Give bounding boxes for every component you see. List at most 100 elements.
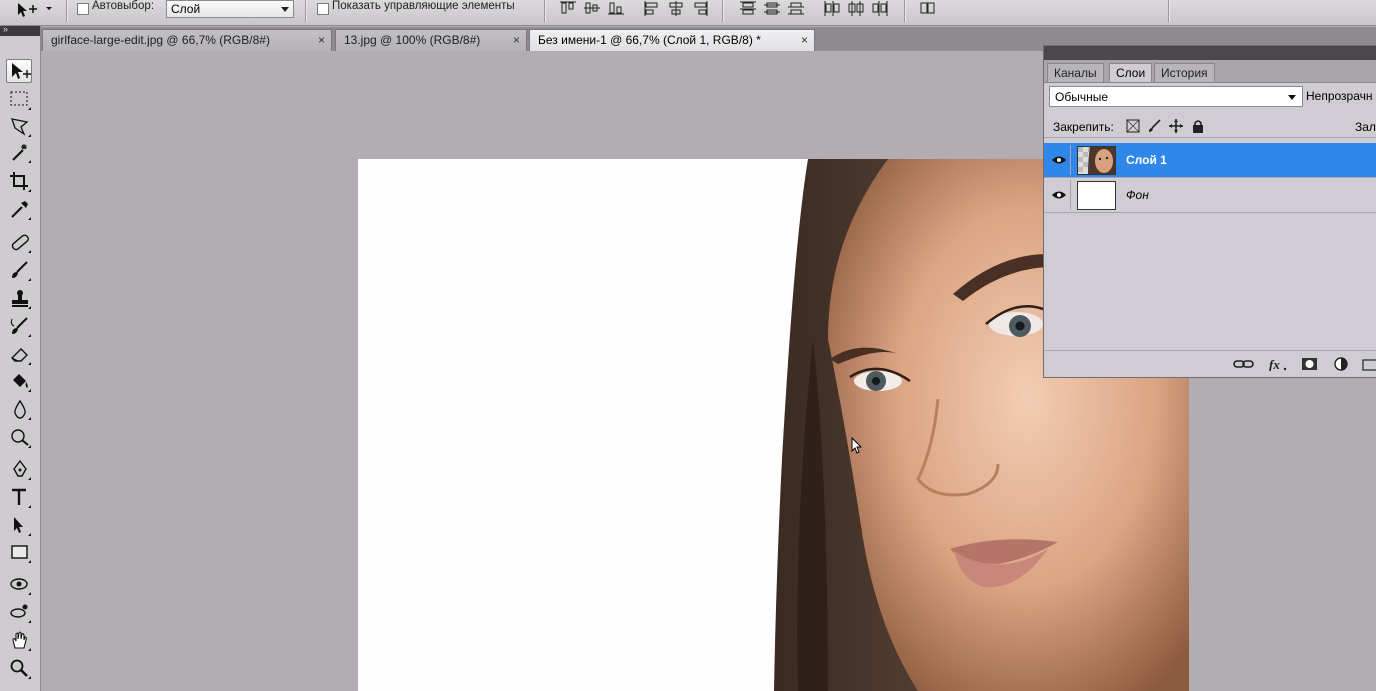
show-controls-label: Показать управляющие элементы <box>332 0 515 12</box>
dodge-tool[interactable] <box>6 425 32 449</box>
magic-wand-tool[interactable] <box>6 140 32 164</box>
align-vcenter-icon[interactable] <box>582 0 602 16</box>
stamp-icon <box>12 290 28 307</box>
healing-brush-tool[interactable] <box>6 230 32 254</box>
fill-label: Зали <box>1355 120 1376 134</box>
align-hcenter-icon[interactable] <box>666 0 686 16</box>
eyedropper-icon <box>11 201 28 218</box>
tab-history[interactable]: История <box>1154 63 1215 82</box>
tab-label: Без имени-1 @ 66,7% (Слой 1, RGB/8) * <box>538 33 761 47</box>
svg-text:fx: fx <box>1269 357 1280 371</box>
lasso-tool[interactable] <box>6 114 32 138</box>
type-icon <box>12 488 26 505</box>
eye-icon <box>1052 156 1066 164</box>
path-selection-icon <box>14 517 23 533</box>
distribute-right-icon[interactable] <box>870 0 890 16</box>
3d-orbit-tool[interactable] <box>6 600 32 624</box>
auto-select-checkbox[interactable] <box>77 3 89 15</box>
distribute-left-icon[interactable] <box>822 0 842 16</box>
distribute-bottom-icon[interactable] <box>786 0 806 16</box>
magic-wand-icon <box>12 144 27 161</box>
auto-align-icon[interactable] <box>918 0 938 16</box>
visibility-toggle[interactable] <box>1048 180 1071 210</box>
eraser-tool[interactable] <box>6 342 32 366</box>
pen-icon <box>13 459 27 477</box>
brush-tool[interactable] <box>6 258 32 282</box>
portrait-thumbnail-image <box>1078 147 1115 174</box>
paint-bucket-icon <box>13 374 28 388</box>
auto-select-label: Автовыбор: <box>92 0 155 12</box>
auto-select-target-dropdown[interactable]: Слой <box>166 0 294 18</box>
align-bottom-icon[interactable] <box>606 0 626 16</box>
new-group-icon[interactable] <box>1362 357 1376 371</box>
align-left-icon[interactable] <box>642 0 662 16</box>
marquee-tool[interactable] <box>6 87 32 111</box>
tab-layers[interactable]: Слои <box>1109 63 1153 82</box>
panel-title-bar[interactable] <box>1044 46 1376 60</box>
layer-thumbnail <box>1077 181 1116 210</box>
dodge-icon <box>11 429 29 446</box>
layer-name: Слой 1 <box>1126 153 1167 167</box>
visibility-toggle[interactable] <box>1048 145 1071 175</box>
blend-mode-dropdown[interactable]: Обычные <box>1049 86 1303 107</box>
tab-untitled-1[interactable]: Без имени-1 @ 66,7% (Слой 1, RGB/8) * × <box>529 29 815 51</box>
lock-all-icon[interactable] <box>1191 119 1205 133</box>
3d-orbit-icon <box>10 604 28 618</box>
3d-rotate-tool[interactable] <box>6 572 32 596</box>
close-icon[interactable]: × <box>318 30 325 50</box>
type-tool[interactable] <box>6 485 32 509</box>
hand-tool[interactable] <box>6 628 32 652</box>
opacity-label: Непрозрачн <box>1306 89 1373 103</box>
rectangle-tool[interactable] <box>6 540 32 564</box>
lock-pixels-icon[interactable] <box>1148 119 1162 133</box>
mouse-cursor-icon <box>851 437 863 454</box>
adjustment-layer-icon[interactable] <box>1333 357 1351 371</box>
blur-tool[interactable] <box>6 397 32 421</box>
layer-row-fon[interactable]: Фон <box>1044 178 1376 213</box>
lock-transparency-icon[interactable] <box>1126 119 1140 133</box>
fx-icon[interactable]: fx <box>1268 357 1288 371</box>
link-layers-icon[interactable] <box>1233 357 1255 371</box>
panel-tabs: Каналы Слои История <box>1044 60 1376 83</box>
distribute-vcenter-icon[interactable] <box>762 0 782 16</box>
path-selection-tool[interactable] <box>6 513 32 537</box>
clone-stamp-tool[interactable] <box>6 286 32 310</box>
move-tool[interactable] <box>6 59 32 83</box>
crop-tool[interactable] <box>6 169 32 193</box>
separator <box>66 0 68 22</box>
layers-panel: Каналы Слои История Обычные Непрозрачн З… <box>1043 45 1376 378</box>
tab-channels[interactable]: Каналы <box>1047 63 1104 82</box>
rectangle-icon <box>11 545 28 559</box>
pen-tool[interactable] <box>6 457 32 481</box>
eyedropper-tool[interactable] <box>6 197 32 221</box>
tab-label: 13.jpg @ 100% (RGB/8#) <box>344 33 481 47</box>
layer-thumbnail <box>1077 146 1116 175</box>
zoom-tool[interactable] <box>6 656 32 680</box>
distribute-hcenter-icon[interactable] <box>846 0 866 16</box>
show-controls-checkbox[interactable] <box>317 3 329 15</box>
separator <box>1168 0 1170 22</box>
blend-mode-value: Обычные <box>1055 90 1109 104</box>
history-brush-icon <box>10 317 28 334</box>
tab-girlface-large-edit[interactable]: girlface-large-edit.jpg @ 66,7% (RGB/8#)… <box>42 29 332 51</box>
align-right-icon[interactable] <box>690 0 710 16</box>
layer-row-sloy-1[interactable]: Слой 1 <box>1044 143 1376 178</box>
add-mask-icon[interactable] <box>1301 357 1319 371</box>
align-top-icon[interactable] <box>558 0 578 16</box>
separator <box>544 0 546 22</box>
tab-13-jpg[interactable]: 13.jpg @ 100% (RGB/8#) × <box>335 29 527 51</box>
paint-bucket-tool[interactable] <box>6 369 32 393</box>
drop-icon <box>14 399 26 419</box>
eye-icon <box>1052 191 1066 199</box>
close-icon[interactable]: × <box>513 30 520 50</box>
separator <box>305 0 307 22</box>
lock-position-icon[interactable] <box>1169 119 1183 133</box>
close-icon[interactable]: × <box>801 30 808 50</box>
history-brush-tool[interactable] <box>6 314 32 338</box>
move-tool-preset-icon[interactable] <box>14 1 54 19</box>
separator <box>904 0 906 22</box>
toolbox-grip[interactable]: » <box>0 24 40 36</box>
auto-select-target-value: Слой <box>171 2 201 16</box>
marquee-icon <box>10 91 28 106</box>
distribute-top-icon[interactable] <box>738 0 758 16</box>
